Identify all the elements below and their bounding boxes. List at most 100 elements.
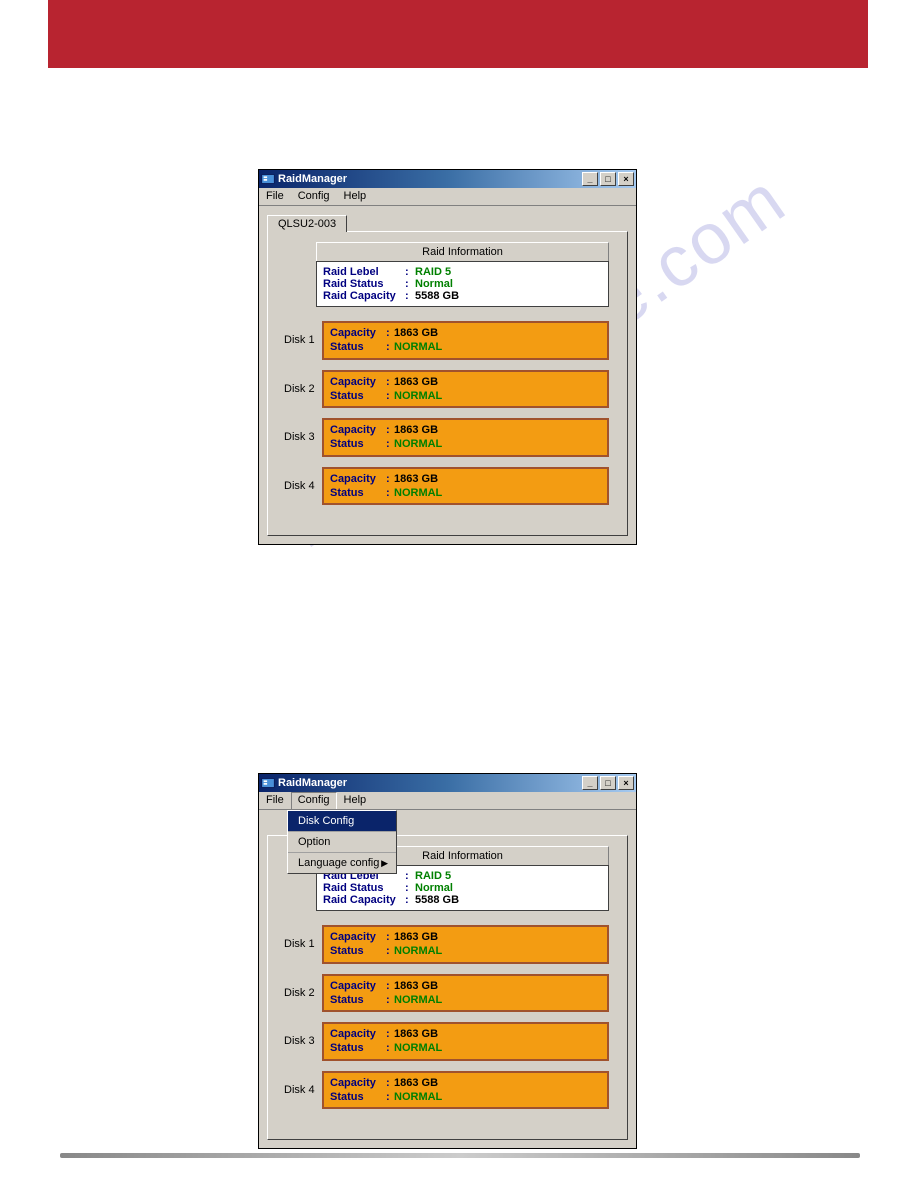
menu-file[interactable]: File bbox=[259, 792, 291, 809]
disk-row: Disk 3Capacity:1863 GBStatus:NORMAL bbox=[284, 1022, 609, 1061]
window-title: RaidManager bbox=[278, 173, 347, 185]
disk-status-label: Status bbox=[330, 944, 386, 958]
disk-capacity-value: 1863 GB bbox=[394, 979, 438, 993]
raid-status-value: Normal bbox=[415, 882, 453, 894]
disk-capacity-value: 1863 GB bbox=[394, 423, 438, 437]
page-header-bar bbox=[48, 0, 868, 68]
raid-information-panel: Raid Information Raid Lebel : RAID 5 Rai… bbox=[316, 242, 609, 307]
disk-capacity-value: 1863 GB bbox=[394, 1027, 438, 1041]
config-dropdown: Disk Config Option Language config ▶ bbox=[287, 810, 397, 874]
menu-config[interactable]: Config bbox=[291, 792, 337, 809]
submenu-arrow-icon: ▶ bbox=[381, 858, 388, 869]
raid-level-value: RAID 5 bbox=[415, 266, 451, 278]
disk-status-box: Capacity:1863 GBStatus:NORMAL bbox=[322, 321, 609, 360]
tab-content: Raid Information Raid Lebel : RAID 5 Rai… bbox=[267, 835, 628, 1140]
menu-item-disk-config[interactable]: Disk Config bbox=[288, 811, 396, 832]
window-raidmanager: RaidManager _ □ × File Config Help Disk … bbox=[258, 773, 637, 1149]
menu-help[interactable]: Help bbox=[337, 188, 374, 205]
titlebar: RaidManager _ □ × bbox=[259, 774, 636, 792]
close-button[interactable]: × bbox=[618, 776, 634, 790]
disk-row: Disk 2Capacity:1863 GBStatus:NORMAL bbox=[284, 974, 609, 1013]
disk-status-value: NORMAL bbox=[394, 1090, 442, 1104]
disk-label: Disk 2 bbox=[284, 987, 322, 999]
disk-row: Disk 4Capacity:1863 GBStatus:NORMAL bbox=[284, 467, 609, 506]
menu-config[interactable]: Config bbox=[291, 188, 337, 205]
disk-capacity-label: Capacity bbox=[330, 472, 386, 486]
disk-status-value: NORMAL bbox=[394, 340, 442, 354]
raid-status-label: Raid Status bbox=[323, 882, 405, 894]
disk-status-value: NORMAL bbox=[394, 389, 442, 403]
disk-capacity-label: Capacity bbox=[330, 930, 386, 944]
disk-status-box: Capacity:1863 GBStatus:NORMAL bbox=[322, 467, 609, 506]
tab-device[interactable]: QLSU2-003 bbox=[267, 215, 347, 232]
raid-capacity-label: Raid Capacity bbox=[323, 894, 405, 906]
raid-capacity-value: 5588 GB bbox=[415, 894, 459, 906]
menu-item-language-config[interactable]: Language config ▶ bbox=[288, 853, 396, 873]
menu-item-option[interactable]: Option bbox=[288, 832, 396, 853]
titlebar: RaidManager _ □ × bbox=[259, 170, 636, 188]
disk-capacity-label: Capacity bbox=[330, 1076, 386, 1090]
disk-capacity-label: Capacity bbox=[330, 423, 386, 437]
raid-level-value: RAID 5 bbox=[415, 870, 451, 882]
disk-capacity-value: 1863 GB bbox=[394, 1076, 438, 1090]
disk-status-label: Status bbox=[330, 340, 386, 354]
disk-status-box: Capacity:1863 GBStatus:NORMAL bbox=[322, 370, 609, 409]
disk-status-label: Status bbox=[330, 993, 386, 1007]
disk-label: Disk 1 bbox=[284, 938, 322, 950]
disk-capacity-value: 1863 GB bbox=[394, 930, 438, 944]
disk-status-value: NORMAL bbox=[394, 944, 442, 958]
disk-status-label: Status bbox=[330, 1041, 386, 1055]
raid-capacity-value: 5588 GB bbox=[415, 290, 459, 302]
client-area: QLSU2-003 Raid Information Raid Lebel : … bbox=[259, 206, 636, 544]
disk-row: Disk 4Capacity:1863 GBStatus:NORMAL bbox=[284, 1071, 609, 1110]
close-button[interactable]: × bbox=[618, 172, 634, 186]
raid-status-value: Normal bbox=[415, 278, 453, 290]
disk-status-box: Capacity:1863 GBStatus:NORMAL bbox=[322, 1022, 609, 1061]
disk-capacity-label: Capacity bbox=[330, 375, 386, 389]
disk-status-label: Status bbox=[330, 389, 386, 403]
disk-status-value: NORMAL bbox=[394, 486, 442, 500]
disk-capacity-label: Capacity bbox=[330, 1027, 386, 1041]
disk-capacity-value: 1863 GB bbox=[394, 375, 438, 389]
maximize-button[interactable]: □ bbox=[600, 172, 616, 186]
menu-file[interactable]: File bbox=[259, 188, 291, 205]
tab-content: Raid Information Raid Lebel : RAID 5 Rai… bbox=[267, 231, 628, 536]
disk-row: Disk 2Capacity:1863 GBStatus:NORMAL bbox=[284, 370, 609, 409]
disk-status-box: Capacity:1863 GBStatus:NORMAL bbox=[322, 925, 609, 964]
disk-status-box: Capacity:1863 GBStatus:NORMAL bbox=[322, 974, 609, 1013]
raid-status-label: Raid Status bbox=[323, 278, 405, 290]
menu-help[interactable]: Help bbox=[337, 792, 374, 809]
disk-status-box: Capacity:1863 GBStatus:NORMAL bbox=[322, 418, 609, 457]
disk-status-box: Capacity:1863 GBStatus:NORMAL bbox=[322, 1071, 609, 1110]
screenshot-raidmanager-main: RaidManager _ □ × File Config Help QLSU2… bbox=[258, 169, 637, 545]
page-footer-divider bbox=[60, 1153, 860, 1158]
disk-capacity-value: 1863 GB bbox=[394, 472, 438, 486]
maximize-button[interactable]: □ bbox=[600, 776, 616, 790]
disk-capacity-label: Capacity bbox=[330, 979, 386, 993]
minimize-button[interactable]: _ bbox=[582, 776, 598, 790]
disk-capacity-label: Capacity bbox=[330, 326, 386, 340]
disk-status-label: Status bbox=[330, 437, 386, 451]
disk-label: Disk 2 bbox=[284, 383, 322, 395]
disk-label: Disk 4 bbox=[284, 480, 322, 492]
disk-status-label: Status bbox=[330, 1090, 386, 1104]
disk-label: Disk 4 bbox=[284, 1084, 322, 1096]
menubar: File Config Help bbox=[259, 188, 636, 206]
window-title: RaidManager bbox=[278, 777, 347, 789]
disk-status-value: NORMAL bbox=[394, 437, 442, 451]
disk-status-label: Status bbox=[330, 486, 386, 500]
disk-label: Disk 3 bbox=[284, 1035, 322, 1047]
disk-status-value: NORMAL bbox=[394, 1041, 442, 1055]
menubar: File Config Help bbox=[259, 792, 636, 810]
app-icon bbox=[261, 172, 275, 186]
raid-level-label: Raid Lebel bbox=[323, 266, 405, 278]
disk-label: Disk 1 bbox=[284, 334, 322, 346]
raid-capacity-label: Raid Capacity bbox=[323, 290, 405, 302]
app-icon bbox=[261, 776, 275, 790]
screenshot-raidmanager-menu-open: RaidManager _ □ × File Config Help Disk … bbox=[258, 773, 637, 1149]
disk-row: Disk 1Capacity:1863 GBStatus:NORMAL bbox=[284, 321, 609, 360]
minimize-button[interactable]: _ bbox=[582, 172, 598, 186]
disk-row: Disk 1Capacity:1863 GBStatus:NORMAL bbox=[284, 925, 609, 964]
disk-capacity-value: 1863 GB bbox=[394, 326, 438, 340]
raid-info-header: Raid Information bbox=[316, 242, 609, 261]
